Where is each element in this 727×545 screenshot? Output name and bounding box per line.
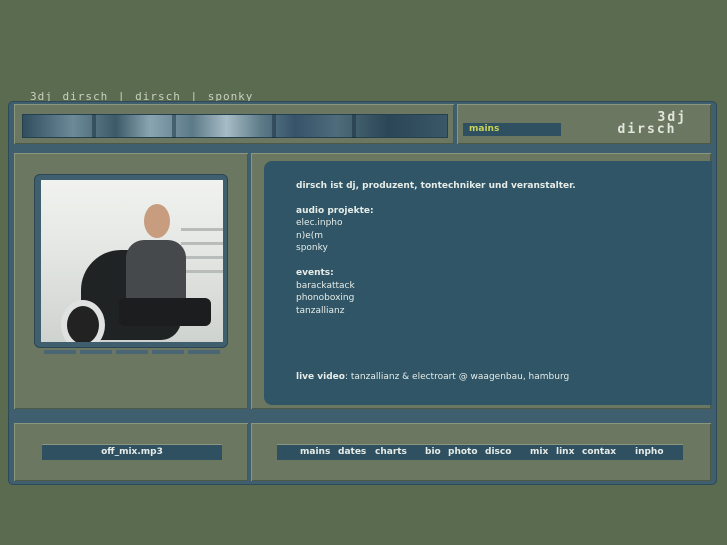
live-video-label: live video — [296, 372, 345, 382]
nav-item-dates[interactable]: dates — [338, 445, 366, 459]
audio-project-link[interactable]: elec.inpho — [296, 217, 576, 230]
audio-project-link[interactable]: sponky — [296, 242, 576, 255]
nav-item-disco[interactable]: disco — [485, 445, 511, 459]
nav-item-linx[interactable]: linx — [556, 445, 574, 459]
events-heading: events: — [296, 267, 334, 278]
pager-dot[interactable] — [152, 350, 184, 354]
nav-item-bio[interactable]: bio — [425, 445, 441, 459]
event-link[interactable]: barackattack — [296, 280, 576, 293]
main-nav: mains dates charts bio photo disco mix l… — [277, 444, 683, 460]
intro-text: dirsch ist dj, produzent, tontechniker u… — [296, 181, 576, 191]
current-section-label: mains — [463, 123, 561, 136]
nav-item-contax[interactable]: contax — [582, 445, 616, 459]
logo-line-2: dirsch — [617, 122, 677, 137]
pager-dot[interactable] — [80, 350, 112, 354]
event-link[interactable]: tanzallianz — [296, 305, 576, 318]
audio-project-link[interactable]: n)e(m — [296, 230, 576, 243]
site-logo[interactable]: 3dj dirsch — [603, 111, 691, 138]
audio-projects-heading: audio projekte: — [296, 205, 374, 216]
live-video-line[interactable]: live video: tanzallianz & electroart @ w… — [296, 371, 569, 384]
header-banner-image — [22, 114, 448, 138]
mp3-player-link[interactable]: off_mix.mp3 — [42, 444, 222, 460]
pager-dot[interactable] — [116, 350, 148, 354]
pager-dot[interactable] — [44, 350, 76, 354]
nav-item-inpho[interactable]: inpho — [635, 445, 664, 459]
event-link[interactable]: phonoboxing — [296, 292, 576, 305]
pager-dot[interactable] — [188, 350, 220, 354]
dj-portrait-photo — [41, 180, 223, 342]
bio-content: dirsch ist dj, produzent, tontechniker u… — [296, 180, 576, 382]
live-video-text: : tanzallianz & electroart @ waagenbau, … — [344, 372, 570, 382]
nav-item-photo[interactable]: photo — [448, 445, 478, 459]
nav-item-charts[interactable]: charts — [375, 445, 407, 459]
nav-item-mix[interactable]: mix — [530, 445, 548, 459]
nav-item-mains[interactable]: mains — [300, 445, 330, 459]
